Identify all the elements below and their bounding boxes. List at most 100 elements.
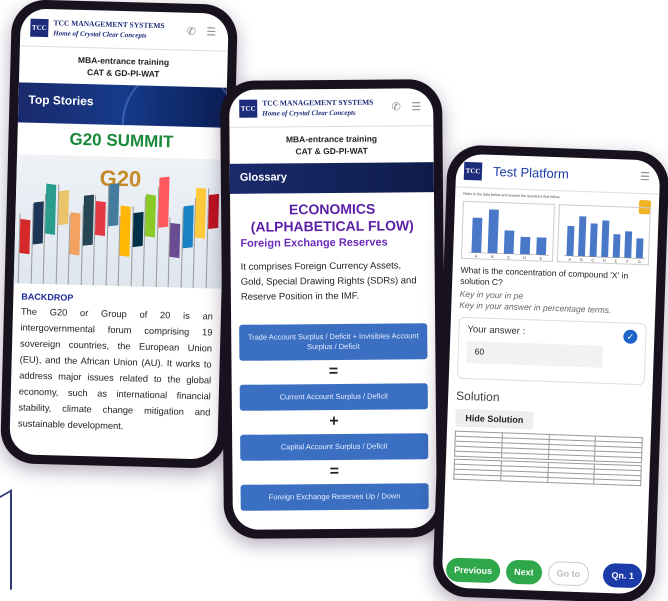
question-number-button[interactable]: Qn. 1	[603, 562, 643, 589]
menu-icon[interactable]: ☰	[638, 169, 652, 183]
menu-icon[interactable]: ☰	[204, 25, 218, 39]
flag	[157, 176, 170, 228]
flag	[107, 183, 119, 227]
tcc-logo: TCC	[463, 161, 483, 180]
x-tick-label: G	[638, 260, 641, 264]
question-charts: A B C D E A B C D E F G	[453, 197, 659, 270]
answer-label: Your answer :	[467, 324, 526, 338]
term-title: Foreign Exchange Reserves	[240, 236, 388, 250]
brand-name: TCC Management Systems Home of Crystal C…	[53, 18, 178, 40]
solution-table	[454, 431, 643, 464]
flow-operator-equals: =	[328, 362, 339, 381]
g20-title: G20 SUMMIT	[17, 122, 226, 161]
brand-line2: Home of Crystal Clear Concepts	[262, 108, 356, 118]
flag	[132, 211, 144, 248]
bar-E	[612, 234, 621, 258]
flag	[57, 189, 69, 226]
glossary-banner: Glossary	[229, 162, 434, 194]
x-tick-label: E	[615, 259, 618, 263]
x-tick-label: F	[626, 260, 629, 264]
answer-value[interactable]: 60	[466, 341, 604, 368]
top-stories-banner: Top Stories	[17, 82, 227, 128]
x-tick-label: D	[603, 259, 606, 263]
x-tick-label: B	[491, 255, 494, 259]
subheader: MBA-entrance training CAT & GD-PI-WAT	[229, 126, 433, 164]
flag	[207, 193, 219, 230]
next-button[interactable]: Next	[505, 559, 543, 585]
bar-B	[487, 209, 499, 254]
screen-glossary: TCC TCC Management Systems Home of Cryst…	[229, 88, 437, 530]
decorative-bracket	[0, 489, 12, 596]
bar-C	[503, 230, 515, 255]
brand-line2: Home of Crystal Clear Concepts	[53, 29, 147, 40]
phone-glossary: TCC TCC Management Systems Home of Cryst…	[220, 79, 446, 539]
bar-D	[520, 236, 531, 255]
flow-box-capital: Capital Account Surplus / Deficit	[240, 433, 429, 461]
x-tick-label: C	[507, 256, 510, 260]
subheader: MBA-entrance training CAT & GD-PI-WAT	[19, 46, 228, 87]
brand-line1: TCC Management Systems	[53, 18, 165, 31]
screen-test-platform: TCC Test Platform ☰ Refer to the data be…	[441, 153, 661, 595]
phone-test-platform: TCC Test Platform ☰ Refer to the data be…	[432, 144, 668, 601]
brand-line1: TCC Management Systems	[262, 97, 374, 108]
bar-chart-right: A B C D E F G	[564, 216, 646, 264]
bar-A	[566, 225, 575, 257]
flag	[69, 212, 81, 256]
flow-box-reserves: Foreign Exchange Reserves Up / Down	[240, 483, 429, 511]
g20-logo: G20	[99, 165, 142, 192]
flag	[182, 205, 194, 249]
phone-icon[interactable]: ✆	[389, 100, 403, 114]
flow-box-current: Current Account Surplus / Deficit	[239, 383, 428, 411]
bar-B	[578, 216, 587, 257]
flag	[44, 183, 57, 235]
navigation-footer: Previous Next Go to Qn. 1	[441, 551, 646, 594]
flag	[194, 187, 207, 239]
term-definition: It comprises Foreign Currency Assets, Go…	[240, 260, 417, 303]
screen-g20: TCC TCC Management Systems Home of Cryst…	[9, 8, 229, 460]
menu-icon[interactable]: ☰	[409, 100, 423, 114]
x-tick-label: C	[591, 259, 594, 263]
flag	[19, 218, 31, 255]
flag	[144, 194, 157, 238]
goto-button[interactable]: Go to	[547, 561, 590, 587]
bar-C	[589, 223, 598, 257]
phone-icon[interactable]: ✆	[184, 24, 198, 38]
backdrop-text: The G20 or Group of 20 is an intergovern…	[17, 306, 214, 432]
flow-box-trade: Trade Account Surplus / Deficit + Invisi…	[239, 323, 428, 361]
x-tick-label: A	[568, 258, 571, 262]
flag	[32, 201, 44, 245]
subheader-line2: CAT & GD-PI-WAT	[295, 145, 368, 157]
flag	[82, 194, 94, 246]
hide-solution-button[interactable]: Hide Solution	[455, 408, 534, 430]
previous-button[interactable]: Previous	[445, 557, 501, 584]
chart-right: A B C D E F G	[556, 204, 651, 266]
app-bar: TCC TCC Management Systems Home of Cryst…	[229, 88, 434, 128]
flow-operator-plus: +	[329, 412, 339, 431]
bar-E	[536, 237, 547, 256]
x-tick-label: D	[523, 256, 526, 260]
solution-table-2	[453, 459, 642, 487]
brand-name: TCC Management Systems Home of Crystal C…	[262, 98, 383, 118]
bar-A	[471, 217, 483, 253]
answer-card: Your answer : 60 ✓	[456, 316, 647, 386]
flow-operator-equals: =	[329, 462, 340, 481]
x-tick-label: A	[475, 254, 478, 258]
check-icon: ✓	[623, 329, 638, 344]
flag	[119, 205, 131, 257]
flag	[94, 200, 106, 237]
glossary-heading: ECONOMICS (ALPHABETICAL FLOW)	[250, 200, 414, 235]
chart-left: A B C D E	[460, 200, 555, 262]
bar-chart-left: A B C D E	[468, 209, 550, 261]
page-title: Test Platform	[492, 163, 570, 182]
tcc-logo: TCC	[239, 99, 258, 118]
bar-F	[624, 231, 633, 259]
phone-g20: TCC TCC Management Systems Home of Cryst…	[0, 0, 239, 469]
app-bar: TCC TCC Management Systems Home of Cryst…	[19, 8, 229, 52]
g20-flags-image: G20	[13, 155, 225, 289]
x-tick-label: B	[580, 258, 583, 262]
bar-D	[601, 220, 610, 258]
tcc-logo: TCC	[30, 18, 49, 37]
flag	[169, 222, 181, 259]
bar-G	[635, 238, 644, 259]
x-tick-label: E	[540, 257, 543, 261]
